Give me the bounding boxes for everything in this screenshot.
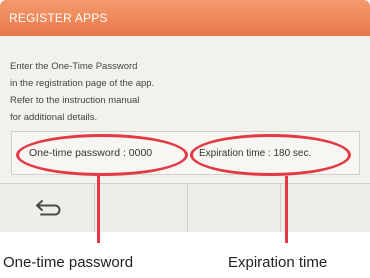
expiration-callout-label: Expiration time: [228, 254, 328, 271]
instruction-message: Enter the One-Time Password in the regis…: [10, 58, 310, 126]
back-button[interactable]: [0, 184, 95, 232]
manual-illustration: REGISTER APPS Enter the One-Time Passwor…: [0, 0, 370, 278]
empty-button-4[interactable]: [281, 184, 370, 232]
expiration-callout-line: [285, 176, 288, 243]
title-bar: REGISTER APPS: [0, 0, 370, 36]
message-line: in the registration page of the app.: [10, 78, 155, 89]
message-line: for additional details.: [10, 112, 98, 123]
password-callout-label: One-time password: [3, 254, 134, 271]
page-title: REGISTER APPS: [9, 11, 108, 25]
empty-button-2[interactable]: [95, 184, 188, 232]
password-highlight-oval: [16, 134, 188, 176]
back-arrow-icon: [36, 200, 61, 216]
register-apps-screen: REGISTER APPS Enter the One-Time Passwor…: [0, 0, 370, 232]
message-line: Enter the One-Time Password: [10, 61, 138, 72]
empty-button-3[interactable]: [188, 184, 281, 232]
expiration-highlight-oval: [190, 134, 351, 176]
message-line: Refer to the instruction manual: [10, 95, 140, 106]
password-callout-line: [97, 176, 100, 243]
